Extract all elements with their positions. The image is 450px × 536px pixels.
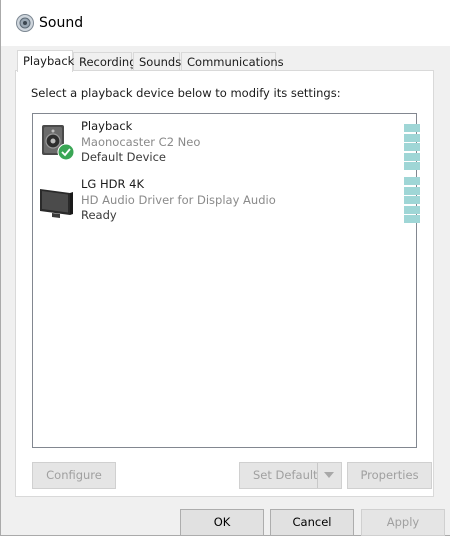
check-badge-icon — [57, 143, 75, 161]
tab-communications[interactable]: Communications — [181, 52, 284, 70]
device-description: Maonocaster C2 Neo — [81, 134, 201, 149]
device-item-lg-hdr-4k[interactable]: LG HDR 4K HD Audio Driver for Display Au… — [33, 177, 420, 229]
set-default-label: Set Default — [253, 468, 318, 482]
device-status: Ready — [81, 208, 117, 222]
device-item-playback[interactable]: Playback Maonocaster C2 Neo Default Devi… — [33, 119, 420, 171]
monitor-icon — [40, 189, 73, 218]
device-text: LG HDR 4K HD Audio Driver for Display Au… — [81, 177, 276, 224]
device-description: HD Audio Driver for Display Audio — [81, 192, 276, 207]
device-name: Playback — [81, 119, 133, 133]
configure-button[interactable]: Configure — [32, 462, 116, 489]
tab-playback[interactable]: Playback — [17, 50, 74, 72]
chevron-down-icon — [324, 472, 334, 478]
title-bar: Sound — [1, 0, 450, 46]
set-default-button[interactable]: Set Default — [239, 462, 342, 489]
device-status: Default Device — [81, 150, 167, 164]
sound-dialog: Sound Playback Recording Sounds Communic… — [0, 0, 450, 536]
tab-sounds[interactable]: Sounds — [133, 52, 181, 70]
set-default-dropdown[interactable] — [317, 463, 341, 488]
cancel-button[interactable]: Cancel — [270, 509, 354, 536]
tab-recording[interactable]: Recording — [73, 52, 137, 70]
properties-button[interactable]: Properties — [347, 462, 432, 489]
volume-meter — [404, 177, 420, 224]
playback-panel: Select a playback device below to modify… — [15, 70, 434, 497]
speaker-icon — [42, 125, 75, 161]
device-text: Playback Maonocaster C2 Neo Default Devi… — [81, 119, 200, 166]
device-list[interactable]: Playback Maonocaster C2 Neo Default Devi… — [32, 113, 420, 448]
apply-button[interactable]: Apply — [361, 509, 445, 536]
volume-meter — [404, 124, 420, 171]
ok-button[interactable]: OK — [180, 509, 264, 536]
sound-app-icon — [16, 14, 34, 32]
window-title: Sound — [39, 15, 84, 31]
device-name: LG HDR 4K — [81, 177, 144, 191]
instructions-text: Select a playback device below to modify… — [31, 86, 341, 100]
